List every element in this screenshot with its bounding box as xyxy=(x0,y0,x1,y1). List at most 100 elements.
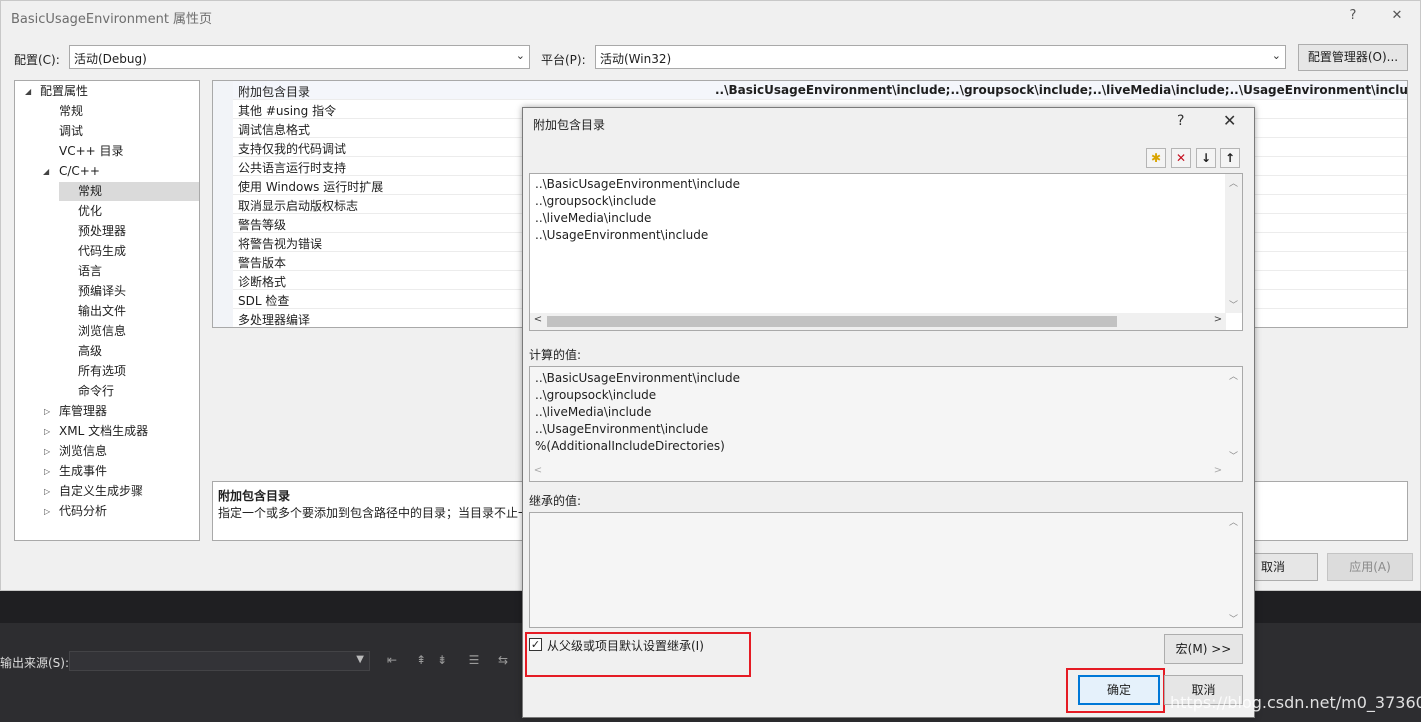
next-message-icon[interactable]: ⇟ xyxy=(434,652,450,668)
scroll-right-icon[interactable]: > xyxy=(1211,314,1225,325)
list-item[interactable]: ..\liveMedia\include xyxy=(535,211,651,225)
list-item[interactable]: ..\UsageEnvironment\include xyxy=(535,228,708,242)
tree-item-advanced[interactable]: 高级 xyxy=(78,342,102,361)
close-button[interactable]: ✕ xyxy=(1385,5,1409,27)
vertical-scrollbar[interactable]: ︿ ﹀ xyxy=(1225,367,1242,464)
tree-item-precompiled-headers[interactable]: 预编译头 xyxy=(78,282,126,301)
config-manager-button[interactable]: 配置管理器(O)... xyxy=(1298,44,1408,71)
tree-item-label: 自定义生成步骤 xyxy=(59,484,144,498)
help-button[interactable]: ? xyxy=(1341,5,1365,27)
move-down-icon[interactable]: ↓ xyxy=(1196,148,1216,168)
list-item: ..\UsageEnvironment\include xyxy=(535,422,709,436)
scroll-thumb[interactable] xyxy=(547,316,1117,327)
find-message-icon[interactable]: ⇤ xyxy=(384,652,400,668)
new-line-icon[interactable]: ✱ xyxy=(1146,148,1166,168)
tree-item-librarian[interactable]: ▷ 库管理器 xyxy=(40,402,200,421)
tree-item-custom-build-step[interactable]: ▷ 自定义生成步骤 xyxy=(40,482,200,501)
delete-icon[interactable]: ✕ xyxy=(1171,148,1191,168)
move-up-icon[interactable]: ↑ xyxy=(1220,148,1240,168)
scroll-down-icon[interactable]: ﹀ xyxy=(1225,298,1242,311)
tree-item-general[interactable]: 常规 xyxy=(59,102,83,121)
tree-item-build-events[interactable]: ▷ 生成事件 xyxy=(40,462,200,481)
property-name: 诊断格式 xyxy=(238,275,287,289)
platform-label: 平台(P): xyxy=(541,53,586,67)
output-source-label: 输出来源(S): xyxy=(0,656,70,670)
tree-item-cpp-general[interactable]: 常规 xyxy=(59,182,199,201)
annotation-highlight xyxy=(525,632,751,677)
tree-item-vc-directories[interactable]: VC++ 目录 xyxy=(59,142,124,161)
vertical-scrollbar[interactable]: ︿ ﹀ xyxy=(1225,174,1242,313)
prev-message-icon[interactable]: ⇞ xyxy=(413,652,429,668)
annotation-highlight xyxy=(1066,668,1165,713)
output-source-combo[interactable]: ▼ xyxy=(69,651,370,671)
tree-item-cpp[interactable]: ◢ C/C++ xyxy=(40,162,200,181)
scroll-left-icon[interactable]: < xyxy=(531,465,545,476)
property-name: 将警告视为错误 xyxy=(238,237,323,251)
list-item: ..\BasicUsageEnvironment\include xyxy=(535,371,740,385)
tree-item-label: 配置属性 xyxy=(40,84,89,98)
tree-item-browse-info[interactable]: ▷ 浏览信息 xyxy=(40,442,200,461)
dialog-help-button[interactable]: ? xyxy=(1177,113,1184,129)
config-combo[interactable]: 活动(Debug) ⌄ xyxy=(69,45,530,69)
scroll-down-icon[interactable]: ﹀ xyxy=(1225,612,1242,625)
description-text: 指定一个或多个要添加到包含路径中的目录；当目录不止一 xyxy=(218,506,531,520)
evaluated-label: 计算的值: xyxy=(529,348,582,362)
tree-item-debugging[interactable]: 调试 xyxy=(59,122,83,141)
property-name: 取消显示启动版权标志 xyxy=(238,199,359,213)
collapsed-icon[interactable]: ▷ xyxy=(44,402,50,421)
collapsed-icon[interactable]: ▷ xyxy=(44,482,50,501)
macros-button[interactable]: 宏(M) >> xyxy=(1164,634,1243,664)
tree-item-config-properties[interactable]: ◢ 配置属性 xyxy=(21,82,199,101)
clear-all-icon[interactable]: ☰ xyxy=(466,652,482,668)
chevron-down-icon: ⌄ xyxy=(515,49,525,62)
expanded-icon[interactable]: ◢ xyxy=(43,162,49,181)
apply-button[interactable]: 应用(A) xyxy=(1327,553,1413,581)
description-title: 附加包含目录 xyxy=(218,489,291,503)
window-titlebar: BasicUsageEnvironment 属性页 ? ✕ xyxy=(1,1,1420,31)
list-item[interactable]: ..\groupsock\include xyxy=(535,194,656,208)
scroll-up-icon[interactable]: ︿ xyxy=(1225,369,1242,382)
tree-item-command-line[interactable]: 命令行 xyxy=(78,382,114,401)
vertical-scrollbar[interactable]: ︿ ﹀ xyxy=(1225,513,1242,627)
tree-item-code-generation[interactable]: 代码生成 xyxy=(78,242,126,261)
collapsed-icon[interactable]: ▷ xyxy=(44,462,50,481)
grid-row-additional-include[interactable]: 附加包含目录 ..\BasicUsageEnvironment\include;.… xyxy=(213,81,1407,100)
property-value[interactable]: ..\BasicUsageEnvironment\include;..\grou… xyxy=(715,83,1407,97)
tree-item-language[interactable]: 语言 xyxy=(78,262,102,281)
property-name: 调试信息格式 xyxy=(238,123,311,137)
config-value: 活动(Debug) xyxy=(74,52,147,66)
tree-item-output-files[interactable]: 输出文件 xyxy=(78,302,126,321)
tree-item-xml-doc-generator[interactable]: ▷ XML 文档生成器 xyxy=(40,422,200,441)
collapsed-icon[interactable]: ▷ xyxy=(44,502,50,521)
scroll-up-icon[interactable]: ︿ xyxy=(1225,176,1242,189)
include-dir-list[interactable]: ..\BasicUsageEnvironment\include ..\grou… xyxy=(529,173,1243,331)
property-name: 警告等级 xyxy=(238,218,287,232)
list-item: ..\liveMedia\include xyxy=(535,405,652,419)
collapsed-icon[interactable]: ▷ xyxy=(44,422,50,441)
collapsed-icon[interactable]: ▷ xyxy=(44,442,50,461)
scroll-left-icon[interactable]: < xyxy=(531,314,545,325)
property-name: 警告版本 xyxy=(238,256,287,270)
list-item[interactable]: ..\BasicUsageEnvironment\include xyxy=(535,177,740,191)
inherited-values-box: ︿ ﹀ xyxy=(529,512,1243,628)
expanded-icon[interactable]: ◢ xyxy=(25,82,31,101)
platform-value: 活动(Win32) xyxy=(600,52,672,66)
property-name: 使用 Windows 运行时扩展 xyxy=(238,180,384,194)
tree-item-browse-information[interactable]: 浏览信息 xyxy=(78,322,126,341)
tree-item-label: C/C++ xyxy=(59,164,100,178)
property-name: 多处理器编译 xyxy=(238,313,311,327)
tree-item-all-options[interactable]: 所有选项 xyxy=(78,362,126,381)
horizontal-scrollbar[interactable]: < > xyxy=(530,313,1226,330)
horizontal-scrollbar[interactable]: < > xyxy=(530,464,1226,481)
scroll-down-icon[interactable]: ﹀ xyxy=(1225,449,1242,462)
tree-item-preprocessor[interactable]: 预处理器 xyxy=(78,222,126,241)
word-wrap-icon[interactable]: ⇆ xyxy=(495,652,511,668)
tree-item-code-analysis[interactable]: ▷ 代码分析 xyxy=(40,502,200,521)
platform-combo[interactable]: 活动(Win32) ⌄ xyxy=(595,45,1286,69)
tree-item-optimization[interactable]: 优化 xyxy=(78,202,102,221)
chevron-down-icon: ▼ xyxy=(356,654,364,665)
dialog-close-button[interactable]: ✕ xyxy=(1223,111,1236,130)
scroll-right-icon[interactable]: > xyxy=(1211,465,1225,476)
property-name: 公共语言运行时支持 xyxy=(238,161,347,175)
scroll-up-icon[interactable]: ︿ xyxy=(1225,515,1242,528)
